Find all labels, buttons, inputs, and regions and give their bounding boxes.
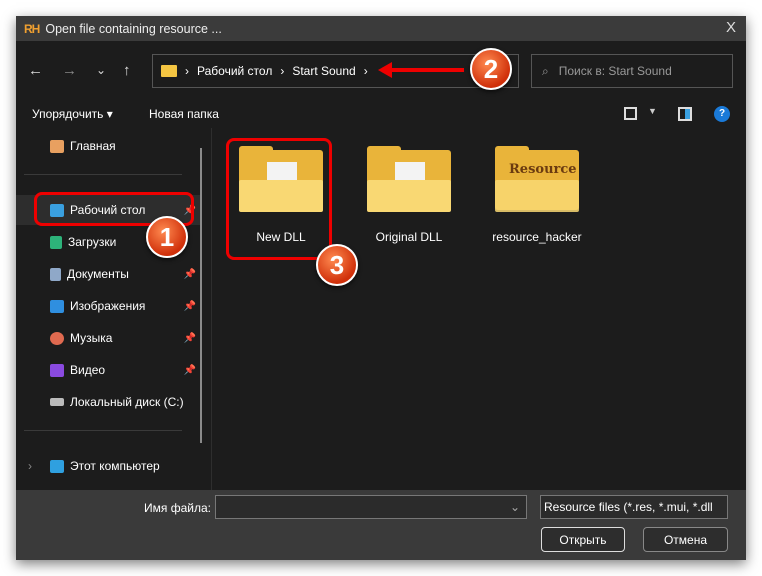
recent-locations-button[interactable]: ⌄ — [96, 63, 106, 77]
close-button[interactable]: X — [726, 19, 736, 36]
sidebar-item-label: Музыка — [70, 331, 113, 345]
up-button[interactable]: ↑ — [123, 62, 131, 79]
cancel-button[interactable]: Отмена — [643, 527, 728, 552]
separator[interactable]: › — [364, 64, 368, 78]
app-logo: RH — [24, 21, 40, 36]
breadcrumb-desktop[interactable]: Рабочий стол — [197, 64, 272, 78]
toolbar: Упорядочить ▾ Новая папка ▼ ? — [16, 101, 746, 128]
sidebar-item-pictures[interactable]: Изображения 📌 — [16, 291, 202, 321]
title-bar: RH Open file containing resource ... X — [16, 16, 746, 41]
folder-original-dll[interactable]: Original DLL — [359, 146, 459, 244]
music-icon — [50, 331, 64, 345]
bottom-panel: Имя файла: ⌄ Resource files (*.res, *.mu… — [16, 490, 746, 560]
video-icon — [50, 363, 64, 377]
view-dropdown-icon[interactable]: ▼ — [648, 106, 657, 116]
divider — [24, 430, 182, 431]
computer-icon — [50, 459, 64, 473]
sidebar-item-music[interactable]: Музыка 📌 — [16, 323, 202, 353]
sidebar-item-video[interactable]: Видео 📌 — [16, 355, 202, 385]
sidebar-item-label: Главная — [70, 139, 116, 153]
sidebar-item-label: Видео — [70, 363, 106, 377]
folder-icon — [161, 65, 177, 77]
pin-icon[interactable]: 📌 — [184, 301, 196, 312]
forward-button[interactable]: → — [62, 62, 77, 79]
folder-resource-hacker[interactable]: Resource resource_hacker — [487, 146, 587, 244]
sidebar-item-this-pc[interactable]: › Этот компьютер — [16, 451, 202, 481]
file-name: Original DLL — [375, 230, 443, 244]
filename-input[interactable]: ⌄ — [215, 495, 527, 519]
pin-icon[interactable]: 📌 — [184, 333, 196, 344]
separator: › — [280, 64, 285, 78]
filename-label: Имя файла: — [144, 501, 211, 515]
chevron-down-icon[interactable]: ⌄ — [510, 500, 520, 514]
sidebar-item-label: Загрузки — [68, 235, 117, 249]
documents-icon — [50, 267, 61, 281]
file-name: resource_hacker — [492, 230, 582, 244]
search-icon: ⌕ — [542, 63, 549, 78]
folder-overlay: Resource — [509, 162, 577, 177]
file-type-value: Resource files (*.res, *.mui, *.dll — [544, 500, 713, 514]
sidebar-scrollbar[interactable] — [200, 148, 202, 443]
folder-icon — [367, 146, 451, 216]
file-type-select[interactable]: Resource files (*.res, *.mui, *.dll — [540, 495, 728, 519]
sidebar-item-label: Документы — [67, 267, 129, 281]
search-input[interactable]: Поиск в: Start Sound — [559, 64, 672, 78]
preview-pane-icon[interactable] — [678, 107, 692, 121]
annotation-badge-1: 1 — [146, 216, 188, 258]
sidebar-item-documents[interactable]: Документы 📌 — [16, 259, 202, 289]
annotation-badge-3: 3 — [316, 244, 358, 286]
breadcrumb-start-sound[interactable]: Start Sound — [292, 64, 355, 78]
sidebar-item-label: Изображения — [70, 299, 146, 313]
divider — [24, 174, 182, 175]
drive-icon — [50, 398, 64, 406]
sidebar-item-label: Этот компьютер — [70, 459, 160, 473]
expand-chevron-icon[interactable]: › — [28, 459, 32, 473]
search-box[interactable]: ⌕ Поиск в: Start Sound — [531, 54, 733, 88]
home-icon — [50, 139, 64, 153]
sidebar-item-label: Локальный диск (C:) — [70, 395, 184, 409]
pin-icon[interactable]: 📌 — [184, 269, 196, 280]
sidebar: Главная Рабочий стол 📌 Загрузки Документы… — [16, 128, 212, 490]
separator: › — [185, 64, 189, 78]
open-button[interactable]: Открыть — [541, 527, 625, 552]
annotation-badge-2: 2 — [470, 48, 512, 90]
pictures-icon — [50, 299, 64, 313]
organize-button[interactable]: Упорядочить ▾ — [32, 107, 113, 121]
open-file-dialog: RH Open file containing resource ... X ←… — [16, 16, 746, 560]
arrow-head-icon — [378, 62, 392, 78]
view-icon[interactable] — [624, 107, 637, 120]
arrow-icon — [384, 68, 464, 72]
sidebar-item-home[interactable]: Главная — [16, 131, 202, 161]
download-icon — [50, 235, 62, 249]
back-button[interactable]: ← — [28, 62, 43, 79]
folder-icon: Resource — [495, 146, 579, 216]
highlight-new-dll — [226, 138, 332, 260]
window-title: Open file containing resource ... — [45, 21, 222, 36]
sidebar-item-local-disk[interactable]: Локальный диск (C:) — [16, 387, 202, 417]
new-folder-button[interactable]: Новая папка — [149, 107, 219, 121]
help-icon[interactable]: ? — [714, 106, 730, 122]
pin-icon[interactable]: 📌 — [184, 365, 196, 376]
